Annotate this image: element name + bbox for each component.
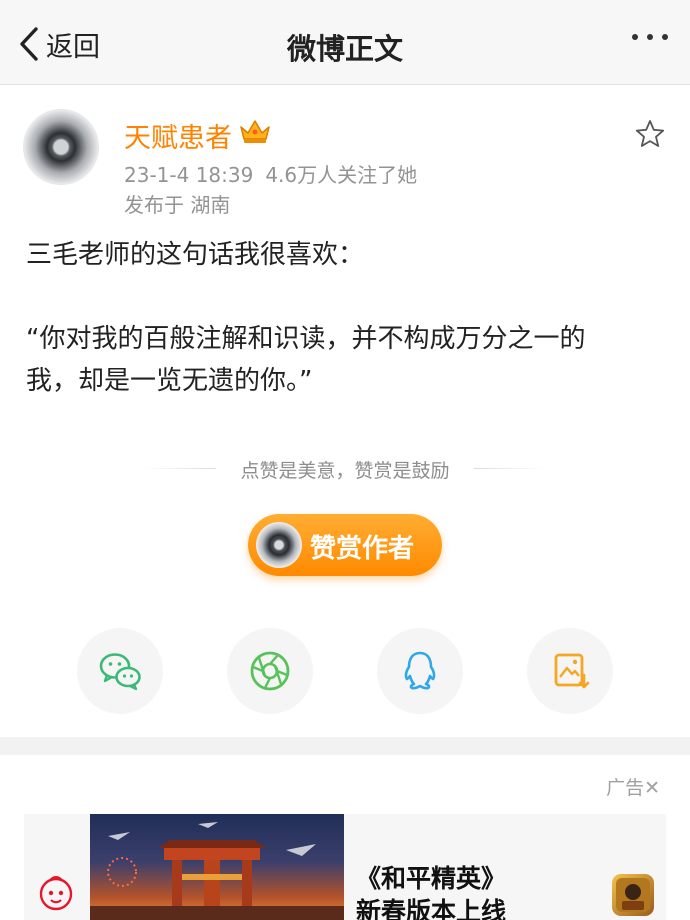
wechat-icon bbox=[99, 653, 141, 691]
share-wechat-button[interactable] bbox=[77, 628, 163, 714]
game-scene-image bbox=[90, 822, 344, 920]
qq-icon bbox=[404, 651, 436, 690]
author-avatar[interactable] bbox=[24, 110, 98, 184]
post-location: 发布于 湖南 bbox=[124, 193, 231, 217]
ad-close-label[interactable]: 广告✕ bbox=[606, 773, 660, 800]
post-content: 三毛老师的这句话我很喜欢： “你对我的百般注解和识读，并不构成万分之一的 我，却… bbox=[26, 234, 666, 402]
ad-title[interactable]: 《和平精英》 新春版本上线 bbox=[356, 862, 616, 920]
reward-button-label: 赞赏作者 bbox=[310, 534, 415, 564]
post-line: 三毛老师的这句话我很喜欢： bbox=[26, 240, 365, 270]
moments-icon bbox=[250, 651, 290, 691]
game-app-icon[interactable] bbox=[612, 874, 654, 916]
post-line: 我，却是一览无遗的你。” bbox=[26, 366, 313, 396]
section-divider bbox=[0, 737, 690, 755]
ad-title-line: 新春版本上线 bbox=[356, 897, 507, 920]
post-time: 23-1-4 18:39 bbox=[124, 163, 254, 187]
favorite-star-icon[interactable] bbox=[634, 118, 666, 150]
crown-icon bbox=[240, 120, 270, 143]
share-moments-button[interactable] bbox=[227, 628, 313, 714]
post-line: “你对我的百般注解和识读，并不构成万分之一的 bbox=[26, 324, 586, 354]
reward-note: 点赞是美意，赞赏是鼓励 bbox=[240, 460, 450, 482]
reward-author-button[interactable]: 赞赏作者 bbox=[248, 514, 442, 576]
ad-card[interactable]: 《和平精英》 新春版本上线 bbox=[24, 814, 666, 920]
page-title: 微博正文 bbox=[286, 32, 403, 66]
navigation-bar: 返回 微博正文 bbox=[0, 0, 690, 85]
divider-line bbox=[474, 468, 546, 469]
save-image-button[interactable] bbox=[527, 628, 613, 714]
ad-title-line: 《和平精英》 bbox=[356, 864, 507, 893]
save-image-icon bbox=[554, 653, 590, 689]
ad-banner-image[interactable] bbox=[90, 814, 344, 920]
post-meta: 23-1-4 18:39 4.6万人关注了她 bbox=[124, 159, 417, 188]
weibo-logo-icon bbox=[39, 876, 73, 911]
more-dots-icon[interactable] bbox=[632, 34, 668, 40]
share-qq-button[interactable] bbox=[377, 628, 463, 714]
follower-count: 4.6万人关注了她 bbox=[265, 163, 418, 187]
author-name[interactable]: 天赋患者 bbox=[124, 116, 232, 155]
author-avatar-small bbox=[256, 522, 302, 568]
